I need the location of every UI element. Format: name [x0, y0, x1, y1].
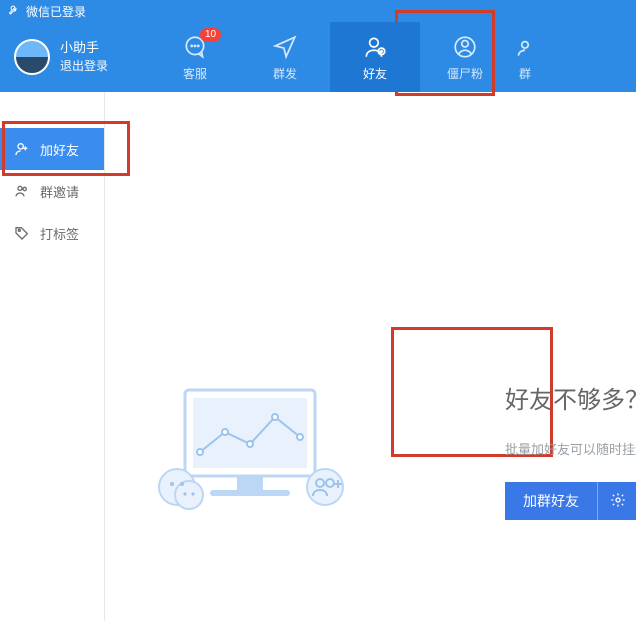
sidebar-item-label: 加好友 — [40, 140, 79, 159]
nav-friends[interactable]: 好友 — [330, 22, 420, 92]
sidebar-item-label: 打标签 — [40, 224, 79, 243]
avatar[interactable] — [14, 39, 50, 75]
person-add-icon — [362, 33, 388, 61]
nav-group-send[interactable]: 群发 — [240, 22, 330, 92]
send-icon — [272, 33, 298, 61]
logout-link[interactable]: 退出登录 — [60, 57, 108, 75]
sidebar-item-label: 群邀请 — [40, 182, 79, 201]
nav-label: 僵尸粉 — [447, 65, 483, 82]
add-group-friend-button[interactable]: 加群好友 — [505, 482, 597, 520]
subline: 批量加好友可以随时挂起，重新打开客 — [505, 439, 636, 458]
group-icon — [512, 33, 538, 61]
sidebar-item-tag[interactable]: 打标签 — [0, 212, 104, 254]
content: 好友不够多？加好 批量加好友可以随时挂起，重新打开客 加群好友 导出 — [105, 92, 636, 621]
headline: 好友不够多？加好 — [505, 380, 636, 415]
login-status: 微信已登录 — [26, 3, 86, 20]
nav-label: 客服 — [183, 65, 207, 82]
nav-label: 群发 — [273, 65, 297, 82]
nav-zombie-fans[interactable]: 僵尸粉 — [420, 22, 510, 92]
user-name: 小助手 — [60, 39, 108, 57]
titlebar: 微信已登录 — [0, 0, 636, 22]
sidebar: 加好友 群邀请 打标签 — [0, 92, 105, 621]
settings-button[interactable] — [597, 482, 636, 520]
person-plus-icon — [12, 141, 32, 157]
user-block: 小助手 退出登录 — [0, 39, 150, 75]
badge-count: 10 — [200, 28, 221, 42]
person-icon — [452, 33, 478, 61]
header: 小助手 退出登录 10 客服 群发 好友 僵尸粉 — [0, 22, 636, 92]
illustration — [155, 382, 345, 527]
group-invite-icon — [12, 183, 32, 199]
nav-customer-service[interactable]: 10 客服 — [150, 22, 240, 92]
nav-label: 好友 — [363, 65, 387, 82]
nav-group[interactable]: 群 — [510, 22, 540, 92]
tag-icon — [12, 225, 32, 241]
sidebar-item-add-friend[interactable]: 加好友 — [0, 128, 104, 170]
nav-label: 群 — [519, 65, 531, 82]
wrench-icon — [8, 4, 26, 19]
sidebar-item-group-invite[interactable]: 群邀请 — [0, 170, 104, 212]
top-nav: 10 客服 群发 好友 僵尸粉 — [150, 22, 636, 92]
gear-icon — [610, 492, 626, 511]
